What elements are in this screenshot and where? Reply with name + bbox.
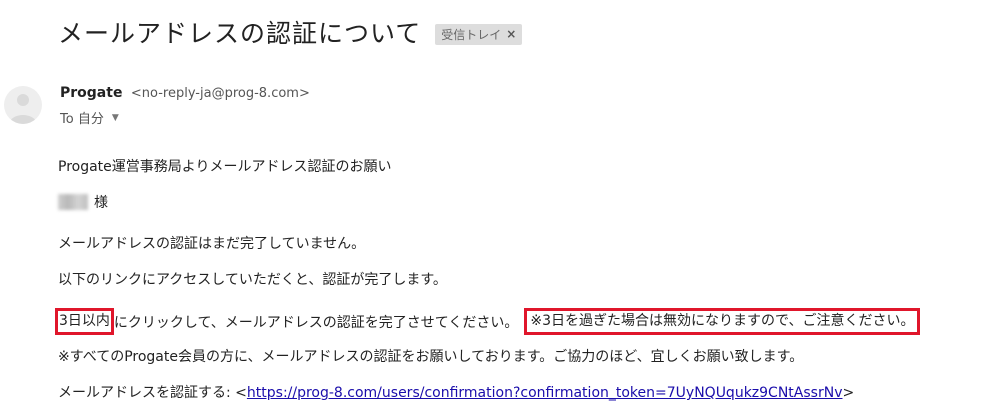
- confirmation-link[interactable]: https://prog-8.com/users/confirmation?co…: [247, 385, 843, 401]
- link-prefix: メールアドレスを認証する: <: [58, 385, 247, 401]
- highlight-box-deadline: 3日以内: [55, 308, 114, 335]
- sender-email: <no-reply-ja@prog-8.com>: [130, 86, 310, 101]
- inbox-label-text: 受信トレイ: [441, 27, 502, 42]
- caret-down-icon[interactable]: ▼: [112, 113, 119, 123]
- subject-row: メールアドレスの認証について 受信トレイ ×: [58, 14, 523, 50]
- sender-name: Progate: [60, 85, 123, 101]
- body-line-deadline: 3日以内 にクリックして、メールアドレスの認証を完了させてください。 ※3日を過…: [55, 308, 921, 335]
- link-suffix: >: [842, 385, 855, 401]
- recipient-row[interactable]: To 自分 ▼: [60, 108, 119, 127]
- email-subject: メールアドレスの認証について: [58, 19, 422, 48]
- redacted-name: [58, 194, 88, 210]
- person-icon: [9, 94, 37, 124]
- highlight-box-warning: ※3日を過ぎた場合は無効になりますので、ご注意ください。: [524, 308, 921, 335]
- recipient-label: To 自分: [60, 112, 104, 127]
- deadline-text: にクリックして、メールアドレスの認証を完了させてください。: [113, 314, 519, 331]
- remove-label-icon[interactable]: ×: [506, 27, 516, 41]
- sender-row: Progate <no-reply-ja@prog-8.com>: [60, 85, 310, 101]
- inbox-label-chip: 受信トレイ ×: [435, 23, 523, 45]
- body-line-greeting: 様: [58, 192, 108, 212]
- body-line-link: メールアドレスを認証する: <https://prog-8.com/users/…: [58, 382, 854, 402]
- body-line-note: ※すべてのProgate会員の方に、メールアドレスの認証をお願いしております。ご…: [58, 349, 804, 365]
- body-line-intro: Progate運営事務局よりメールアドレス認証のお願い: [58, 159, 392, 175]
- body-line-instruction: 以下のリンクにアクセスしていただくと、認証が完了します。: [58, 272, 447, 288]
- sender-avatar: [4, 86, 42, 124]
- body-line-status: メールアドレスの認証はまだ完了していません。: [58, 236, 366, 252]
- honorific: 様: [94, 195, 108, 211]
